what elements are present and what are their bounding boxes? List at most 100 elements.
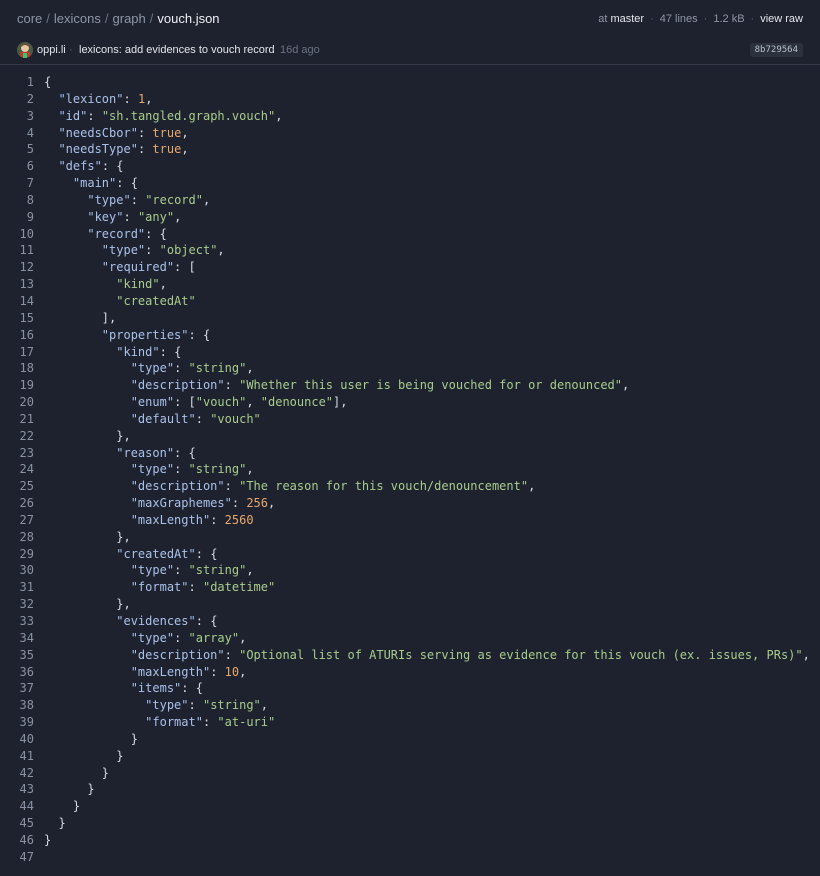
breadcrumb: core / lexicons / graph / vouch.json <box>17 11 220 26</box>
code-line: 24 "type": "string", <box>0 461 820 478</box>
line-content: } <box>44 731 138 746</box>
line-number[interactable]: 32 <box>0 596 34 613</box>
info-separator: · <box>650 13 654 25</box>
commit-message-link[interactable]: lexicons: add evidences to vouch record <box>79 44 275 56</box>
line-number[interactable]: 9 <box>0 209 34 226</box>
code-line: 30 "type": "string", <box>0 562 820 579</box>
line-number[interactable]: 15 <box>0 310 34 327</box>
line-number[interactable]: 7 <box>0 175 34 192</box>
line-content: "main": { <box>72 176 138 191</box>
code-line: 43 } <box>0 781 820 798</box>
line-content: "description": "Whether this user is bei… <box>130 378 630 393</box>
line-number[interactable]: 22 <box>0 428 34 445</box>
line-number[interactable]: 34 <box>0 630 34 647</box>
code-line: 22 }, <box>0 428 820 445</box>
line-number[interactable]: 37 <box>0 680 34 697</box>
code-line: 3 "id": "sh.tangled.graph.vouch", <box>0 108 820 125</box>
line-content: }, <box>44 428 131 443</box>
line-number[interactable]: 2 <box>0 91 34 108</box>
line-content: "maxLength": 10, <box>130 664 247 679</box>
line-number[interactable]: 21 <box>0 411 34 428</box>
line-number[interactable]: 33 <box>0 613 34 630</box>
line-number[interactable]: 4 <box>0 125 34 142</box>
line-number[interactable]: 42 <box>0 765 34 782</box>
code-line: 37 "items": { <box>0 680 820 697</box>
line-number[interactable]: 19 <box>0 377 34 394</box>
line-number[interactable]: 29 <box>0 546 34 563</box>
line-number[interactable]: 1 <box>0 74 34 91</box>
code-line: 21 "default": "vouch" <box>0 411 820 428</box>
code-line: 13 "kind", <box>0 276 820 293</box>
line-content: } <box>44 782 95 797</box>
line-number[interactable]: 8 <box>0 192 34 209</box>
line-number[interactable]: 30 <box>0 562 34 579</box>
line-content: "createdAt": { <box>116 546 218 561</box>
line-number[interactable]: 26 <box>0 495 34 512</box>
line-number[interactable]: 46 <box>0 832 34 849</box>
line-number[interactable]: 5 <box>0 141 34 158</box>
line-number[interactable]: 39 <box>0 714 34 731</box>
code-line: 26 "maxGraphemes": 256, <box>0 495 820 512</box>
line-content: "needsType": true, <box>58 142 189 157</box>
line-number[interactable]: 45 <box>0 815 34 832</box>
code-line: 40 } <box>0 731 820 748</box>
line-number[interactable]: 25 <box>0 478 34 495</box>
code-line: 5 "needsType": true, <box>0 141 820 158</box>
code-line: 16 "properties": { <box>0 327 820 344</box>
line-number[interactable]: 44 <box>0 798 34 815</box>
code-line: 8 "type": "record", <box>0 192 820 209</box>
line-number[interactable]: 12 <box>0 259 34 276</box>
commit-hash-badge[interactable]: 8b729564 <box>749 43 803 57</box>
line-number[interactable]: 27 <box>0 512 34 529</box>
line-number[interactable]: 10 <box>0 226 34 243</box>
line-number[interactable]: 36 <box>0 664 34 681</box>
line-number[interactable]: 40 <box>0 731 34 748</box>
line-content: "defs": { <box>58 159 124 174</box>
line-number[interactable]: 3 <box>0 108 34 125</box>
code-line: 29 "createdAt": { <box>0 546 820 563</box>
commit-separator: · <box>271 44 275 56</box>
line-content: "properties": { <box>101 327 211 342</box>
last-commit-bar: oppi.li · lexicons: add evidences to vou… <box>0 38 820 65</box>
code-line: 42 } <box>0 765 820 782</box>
line-number[interactable]: 13 <box>0 276 34 293</box>
code-line: 41 } <box>0 748 820 765</box>
code-line: 35 "description": "Optional list of ATUR… <box>0 647 820 664</box>
line-content: "maxGraphemes": 256, <box>130 496 276 511</box>
line-content: "type": "string", <box>130 563 254 578</box>
breadcrumb-core-link[interactable]: core <box>17 11 42 26</box>
line-number[interactable]: 23 <box>0 445 34 462</box>
line-number[interactable]: 24 <box>0 461 34 478</box>
line-number[interactable]: 11 <box>0 242 34 259</box>
line-number[interactable]: 35 <box>0 647 34 664</box>
line-number[interactable]: 17 <box>0 344 34 361</box>
breadcrumb-lexicons-link[interactable]: lexicons <box>54 11 101 26</box>
line-number[interactable]: 38 <box>0 697 34 714</box>
line-content: "type": "object", <box>101 243 225 258</box>
line-number[interactable]: 18 <box>0 360 34 377</box>
line-content: "lexicon": 1, <box>58 91 153 106</box>
line-number[interactable]: 43 <box>0 781 34 798</box>
line-number[interactable]: 28 <box>0 529 34 546</box>
line-number[interactable]: 14 <box>0 293 34 310</box>
breadcrumb-graph-link[interactable]: graph <box>113 11 146 26</box>
line-content: "id": "sh.tangled.graph.vouch", <box>58 108 283 123</box>
line-number[interactable]: 31 <box>0 579 34 596</box>
line-number[interactable]: 6 <box>0 158 34 175</box>
line-content: "type": "string", <box>130 361 254 376</box>
line-content: { <box>44 75 52 89</box>
code-line: 32 }, <box>0 596 820 613</box>
line-content: "description": "The reason for this vouc… <box>130 479 536 494</box>
line-number[interactable]: 47 <box>0 849 34 866</box>
line-number[interactable]: 41 <box>0 748 34 765</box>
code-line: 1{ <box>0 74 820 91</box>
commit-author-link[interactable]: oppi.li <box>37 44 66 56</box>
line-number[interactable]: 20 <box>0 394 34 411</box>
view-raw-link[interactable]: view raw <box>760 13 803 25</box>
line-content: "needsCbor": true, <box>58 125 189 140</box>
line-content: ], <box>44 310 117 325</box>
code-view: 1{2 "lexicon": 1, 3 "id": "sh.tangled.gra… <box>0 74 820 866</box>
avatar[interactable] <box>17 42 33 58</box>
line-number[interactable]: 16 <box>0 327 34 344</box>
branch-link[interactable]: master <box>610 13 644 25</box>
